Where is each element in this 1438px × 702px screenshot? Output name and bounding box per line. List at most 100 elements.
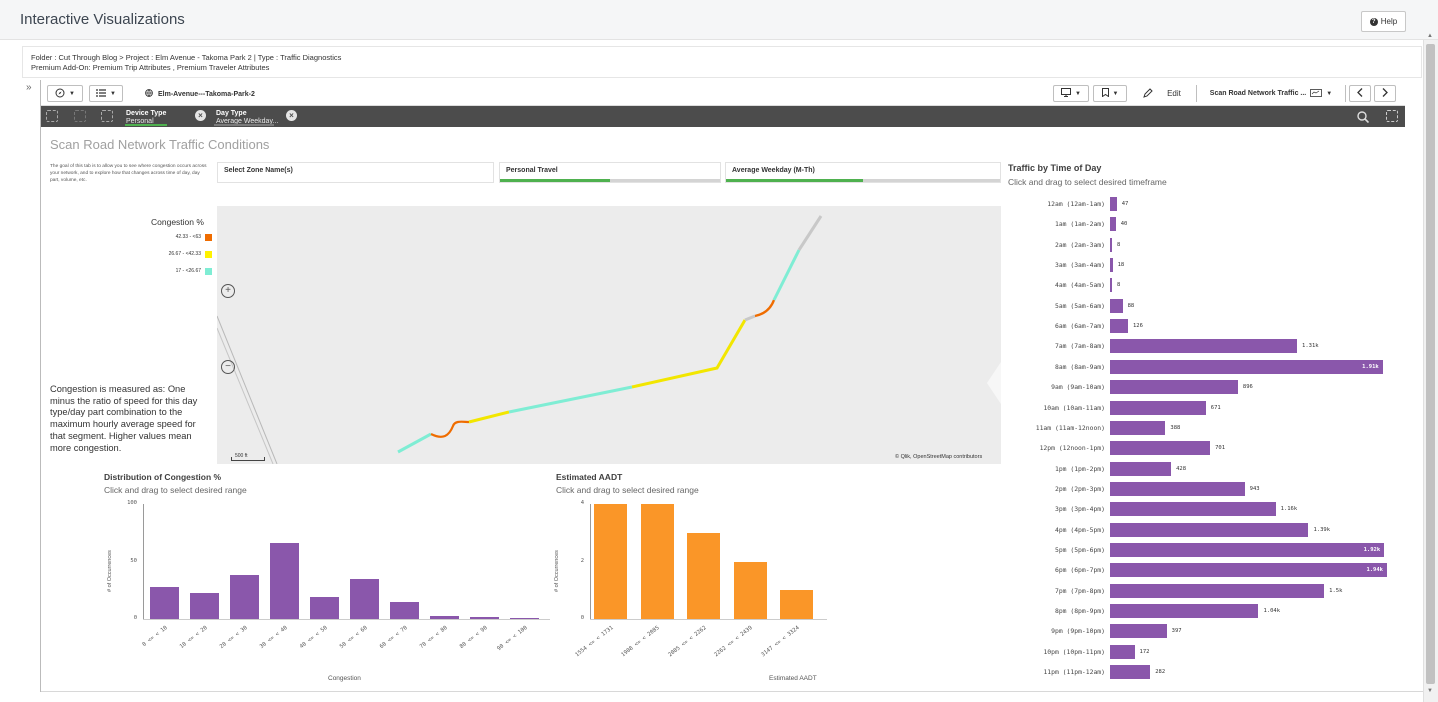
map[interactable]: + − 500 ft © Qlik, OpenStreetMap contrib… [217,206,1001,464]
tod-category-label: 2pm (2pm-3pm) [1054,484,1105,493]
travel-type-filter[interactable]: Personal Travel [499,162,721,183]
bar[interactable] [310,597,339,619]
zoom-out-icon[interactable]: − [221,360,235,374]
road-segment-low [508,385,633,414]
help-label: Help [1380,17,1398,26]
tod-bar[interactable] [1110,278,1112,293]
tod-category-label: 7am (7am-8am) [1054,342,1105,351]
bar[interactable] [390,601,419,619]
bar[interactable] [594,504,627,619]
navigation-menu-button[interactable]: ▼ [47,85,83,102]
clear-selection-icon[interactable]: × [195,110,206,121]
app-name-label: Elm-Avenue---Takoma-Park-2 [158,90,255,98]
tod-bar[interactable] [1110,339,1298,354]
bar[interactable] [270,543,299,619]
previous-sheet-button[interactable] [1349,85,1371,102]
legend-item[interactable]: 42.33 - <63 [128,232,212,242]
tod-bar[interactable] [1110,522,1309,537]
tod-category-label: 3pm (3pm-4pm) [1054,505,1105,514]
y-tick-label: 50 [130,557,137,564]
present-button[interactable]: ▼ [1053,85,1089,102]
congestion-note: Congestion is measured as: One minus the… [50,384,198,453]
tod-bar[interactable] [1110,217,1116,232]
tod-bar[interactable] [1110,400,1206,415]
bar[interactable] [230,575,259,619]
tod-value-label: 1.04k [1263,608,1281,614]
tod-category-label: 5pm (5pm-6pm) [1054,545,1105,554]
tod-bar[interactable] [1110,461,1172,476]
tod-category-label: 4pm (4pm-5pm) [1054,525,1105,534]
bookmarks-button[interactable]: ▼ [1093,85,1127,102]
tod-value-label: 126 [1132,323,1143,330]
bar[interactable] [350,578,379,619]
tod-category-label: 7pm (7pm-8pm) [1054,586,1105,595]
zoom-in-icon[interactable]: + [221,284,235,298]
tod-value-label: 172 [1139,648,1150,655]
tod-bar[interactable] [1110,319,1128,334]
tod-category-label: 12am (12am-1am) [1047,200,1105,208]
expand-panel-icon[interactable]: » [26,82,32,93]
step-back-icon[interactable] [46,110,58,122]
tod-category-label: 3am (3am-4am) [1054,261,1105,270]
breadcrumb-path[interactable]: Folder : Cut Through Blog > Project : El… [31,53,341,62]
edit-button[interactable]: Edit [1131,85,1193,102]
sheet-selector[interactable]: Scan Road Network Traffic ... ▼ [1196,85,1346,102]
x-axis-label: Congestion [328,675,361,682]
next-sheet-button[interactable] [1374,85,1396,102]
zone-name-filter[interactable]: Select Zone Name(s) [217,162,494,183]
clear-selection-icon[interactable]: × [286,110,297,121]
tod-bar[interactable] [1110,380,1238,395]
road-segment-low [772,249,801,301]
tod-bar[interactable] [1110,258,1113,273]
selections-tool-icon[interactable] [1386,110,1398,122]
selection-chip-day-type[interactable]: Day Type Average Weekday... × [214,107,304,126]
bar[interactable] [190,592,219,619]
tod-bar[interactable] [1110,298,1123,313]
bar[interactable] [470,616,499,619]
globe-icon [145,89,153,99]
tod-bar[interactable] [1110,542,1385,557]
legend-item[interactable]: 17 - <26.67 [128,266,212,276]
tod-bar[interactable] [1110,604,1259,618]
tod-bar[interactable] [1110,481,1245,496]
tod-bar[interactable] [1110,420,1166,435]
search-selections-icon[interactable] [1357,110,1370,128]
tod-bar[interactable] [1110,583,1325,598]
distribution-chart-title: Distribution of Congestion % [104,472,222,482]
bar[interactable] [733,561,767,619]
selection-chip-device-type[interactable]: Device Type Personal × [125,107,211,126]
compass-icon [55,88,65,100]
tod-bar[interactable] [1110,563,1387,578]
caret-down-icon: ▼ [110,90,116,97]
tod-value-label: 397 [1171,628,1182,635]
tod-category-label: 12pm (12noon-1pm) [1039,444,1105,453]
tod-bar[interactable] [1110,237,1112,252]
map-scale-bar [231,457,265,461]
tod-value-label: 47 [1121,201,1129,207]
tod-bar[interactable] [1110,644,1135,659]
bar[interactable] [687,532,720,619]
tod-value-label: 1.39k [1313,526,1331,533]
help-button[interactable]: ? Help [1361,11,1406,32]
app-name: Elm-Avenue---Takoma-Park-2 [145,89,255,99]
step-forward-icon[interactable] [74,110,86,122]
map-attribution[interactable]: © Qlik, OpenStreetMap contributors [895,454,982,460]
bar[interactable] [430,615,459,619]
bar[interactable] [510,617,539,619]
tod-bar[interactable] [1110,502,1276,517]
tod-bar[interactable] [1110,624,1167,639]
clear-all-selections-icon[interactable] [101,110,113,122]
day-type-filter[interactable]: Average Weekday (M-Th) [725,162,1001,183]
bar[interactable] [780,590,813,619]
sheet-title: Scan Road Network Traffic Conditions [50,137,270,152]
legend-item[interactable]: 26.67 - <42.33 [128,249,212,259]
bar[interactable] [640,504,674,619]
scroll-up-icon[interactable]: ▲ [1427,33,1433,39]
tod-bar[interactable] [1110,665,1151,680]
tod-bar[interactable] [1110,197,1117,211]
bar[interactable] [150,586,179,619]
scroll-down-icon[interactable]: ▼ [1427,688,1433,694]
assets-menu-button[interactable]: ▼ [89,85,123,102]
tod-bar[interactable] [1110,441,1211,456]
scrollbar-thumb[interactable] [1426,44,1435,684]
